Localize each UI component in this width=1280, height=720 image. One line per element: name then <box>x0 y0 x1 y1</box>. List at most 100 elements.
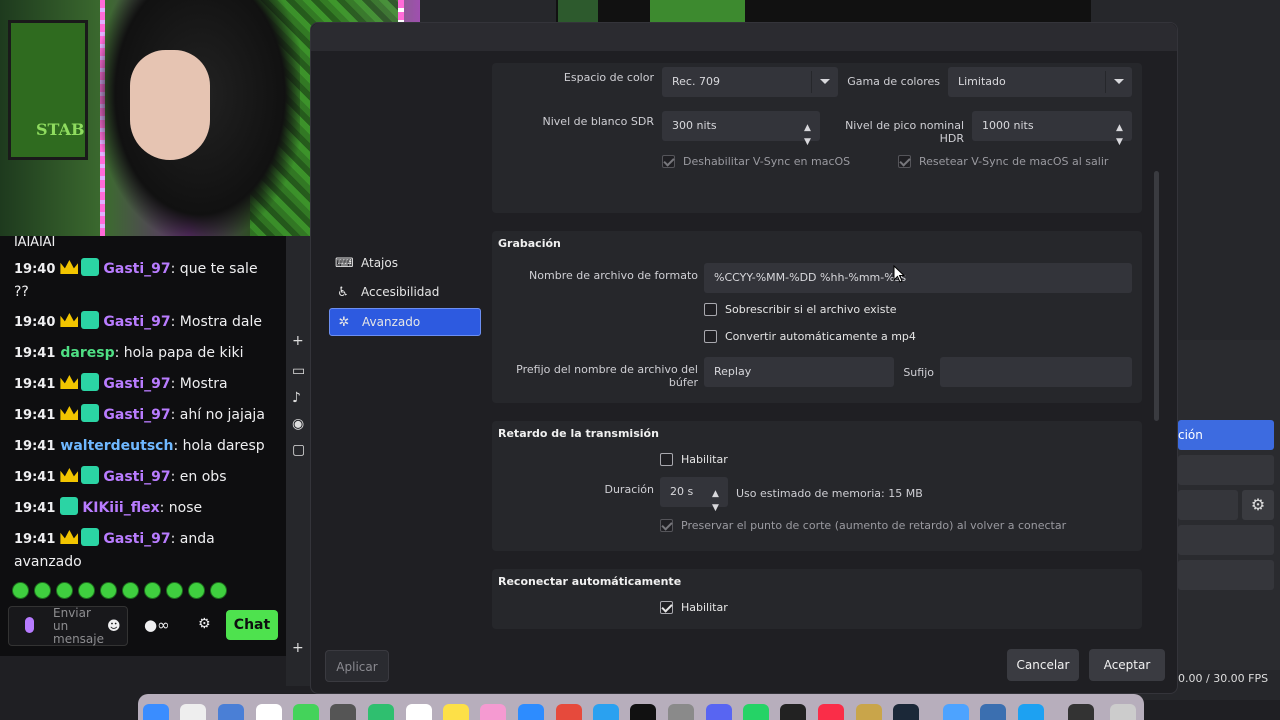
calendar-icon[interactable] <box>406 704 432 720</box>
delay-enable-checkbox[interactable]: Habilitar <box>660 453 728 466</box>
message-username[interactable]: Gasti_97 <box>103 531 170 547</box>
checkbox-box[interactable] <box>662 155 675 168</box>
overwrite-checkbox[interactable]: Sobrescribir si el archivo existe <box>704 303 897 316</box>
trash-icon[interactable] <box>1110 704 1136 720</box>
window-thumbnail[interactable] <box>1068 704 1094 720</box>
subscriber-badge-icon[interactable] <box>81 528 100 546</box>
duration-spinbox[interactable]: 20 s ▲ ▼ <box>660 477 728 513</box>
checkbox-box[interactable] <box>660 453 673 466</box>
spinner[interactable]: ▲ ▼ <box>1110 111 1132 147</box>
add-icon[interactable]: + <box>292 640 304 656</box>
filename-format-input[interactable]: %CCYY-%MM-%DD %hh-%mm-%ss <box>704 263 1132 293</box>
notes-icon[interactable] <box>443 704 469 720</box>
color-range-dropdown[interactable]: Limitado <box>948 67 1132 97</box>
messages-icon[interactable] <box>293 704 319 720</box>
zoom-icon[interactable] <box>518 704 544 720</box>
preserve-cutpoint-checkbox[interactable]: Preservar el punto de corte (aumento de … <box>660 519 1066 532</box>
crown-badge-icon[interactable] <box>60 375 79 389</box>
emote-icon[interactable] <box>34 582 51 599</box>
emote-icon[interactable] <box>144 582 161 599</box>
tiktok-icon[interactable] <box>630 704 656 720</box>
app-icon[interactable] <box>368 704 394 720</box>
buffer-prefix-input[interactable]: Replay <box>704 357 894 387</box>
nav-item-accesibilidad[interactable]: ♿ Accesibilidad <box>329 278 481 306</box>
emote-icon[interactable] <box>56 582 73 599</box>
music-icon[interactable] <box>818 704 844 720</box>
message-username[interactable]: Gasti_97 <box>103 261 170 277</box>
subscriber-badge-icon[interactable] <box>60 497 79 515</box>
emote-icon[interactable] <box>166 582 183 599</box>
checkbox-box[interactable] <box>898 155 911 168</box>
crown-badge-icon[interactable] <box>60 260 79 274</box>
accept-button[interactable]: Aceptar <box>1089 649 1165 681</box>
nav-item-atajos[interactable]: ⌨ Atajos <box>329 249 481 277</box>
subscriber-badge-icon[interactable] <box>81 258 100 276</box>
message-username[interactable]: Gasti_97 <box>103 407 170 423</box>
subscriber-badge-icon[interactable] <box>81 311 100 329</box>
disable-vsync-checkbox[interactable]: Deshabilitar V-Sync en macOS <box>662 155 850 168</box>
emote-icon[interactable] <box>100 582 117 599</box>
app-icon[interactable] <box>980 704 1006 720</box>
app-store-icon[interactable] <box>593 704 619 720</box>
hdr-peak-spinbox[interactable]: 1000 nits ▲ ▼ <box>972 111 1132 147</box>
emote-icon[interactable] <box>78 582 95 599</box>
checkbox-box[interactable] <box>704 330 717 343</box>
obs-control-button[interactable] <box>1178 525 1274 555</box>
app-icon[interactable] <box>856 704 882 720</box>
content-scrollbar[interactable] <box>1154 171 1159 421</box>
monitor-icon[interactable]: ▢ <box>292 442 305 458</box>
remux-checkbox[interactable]: Convertir automáticamente a mp4 <box>704 330 916 343</box>
discord-icon[interactable] <box>706 704 732 720</box>
photos-icon[interactable] <box>480 704 506 720</box>
whatsapp-icon[interactable] <box>743 704 769 720</box>
app-icon[interactable] <box>256 704 282 720</box>
finder-icon[interactable] <box>143 704 169 720</box>
emote-picker-icon[interactable]: ☻ <box>107 619 121 634</box>
message-username[interactable]: Gasti_97 <box>103 469 170 485</box>
camera-icon[interactable]: ◉ <box>292 416 304 432</box>
steam-icon[interactable] <box>893 704 919 720</box>
crown-badge-icon[interactable] <box>60 530 79 544</box>
color-space-dropdown[interactable]: Rec. 709 <box>662 67 838 97</box>
nav-item-avanzado[interactable]: ✲ Avanzado <box>329 308 481 336</box>
launchpad-icon[interactable] <box>180 704 206 720</box>
scene-icon[interactable]: ▭ <box>292 363 305 379</box>
folder-icon[interactable] <box>943 704 969 720</box>
crown-badge-icon[interactable] <box>60 468 79 482</box>
chrome-icon[interactable] <box>556 704 582 720</box>
cancel-button[interactable]: Cancelar <box>1007 649 1079 681</box>
emote-icon[interactable] <box>210 582 227 599</box>
reconnect-enable-checkbox[interactable]: Habilitar <box>660 601 728 614</box>
subscriber-badge-icon[interactable] <box>81 404 100 422</box>
add-icon[interactable]: + <box>292 333 304 349</box>
subscriber-badge-icon[interactable] <box>81 466 100 484</box>
chat-send-button[interactable]: Chat <box>226 610 278 640</box>
message-username[interactable]: daresp <box>60 345 114 361</box>
calculator-icon[interactable] <box>330 704 356 720</box>
reset-vsync-checkbox[interactable]: Resetear V-Sync de macOS al salir <box>898 155 1108 168</box>
settings-icon[interactable] <box>668 704 694 720</box>
dialog-titlebar[interactable] <box>311 23 1177 51</box>
message-username[interactable]: Gasti_97 <box>103 376 170 392</box>
subscriber-badge-icon[interactable] <box>81 373 100 391</box>
checkbox-box[interactable] <box>704 303 717 316</box>
obs-icon[interactable] <box>780 704 806 720</box>
spinner[interactable]: ▲ ▼ <box>706 477 728 513</box>
apply-button[interactable]: Aplicar <box>325 650 389 682</box>
app-icon[interactable] <box>218 704 244 720</box>
spinner[interactable]: ▲ ▼ <box>798 111 820 147</box>
emote-icon[interactable] <box>188 582 205 599</box>
crown-badge-icon[interactable] <box>60 313 79 327</box>
checkbox-box[interactable] <box>660 519 673 532</box>
chat-input[interactable]: Enviar un mensaje ☻ <box>8 606 128 646</box>
obs-active-control-button[interactable]: ción <box>1178 420 1274 450</box>
checkbox-box[interactable] <box>660 601 673 614</box>
message-username[interactable]: KIKiii_flex <box>82 500 159 516</box>
app-icon[interactable] <box>1018 704 1044 720</box>
chat-settings-gear-icon[interactable]: ⚙ <box>198 616 211 632</box>
obs-control-button[interactable] <box>1178 490 1238 520</box>
crown-badge-icon[interactable] <box>60 406 79 420</box>
emote-icon[interactable] <box>122 582 139 599</box>
mic-icon[interactable] <box>25 617 34 633</box>
message-username[interactable]: Gasti_97 <box>103 314 170 330</box>
